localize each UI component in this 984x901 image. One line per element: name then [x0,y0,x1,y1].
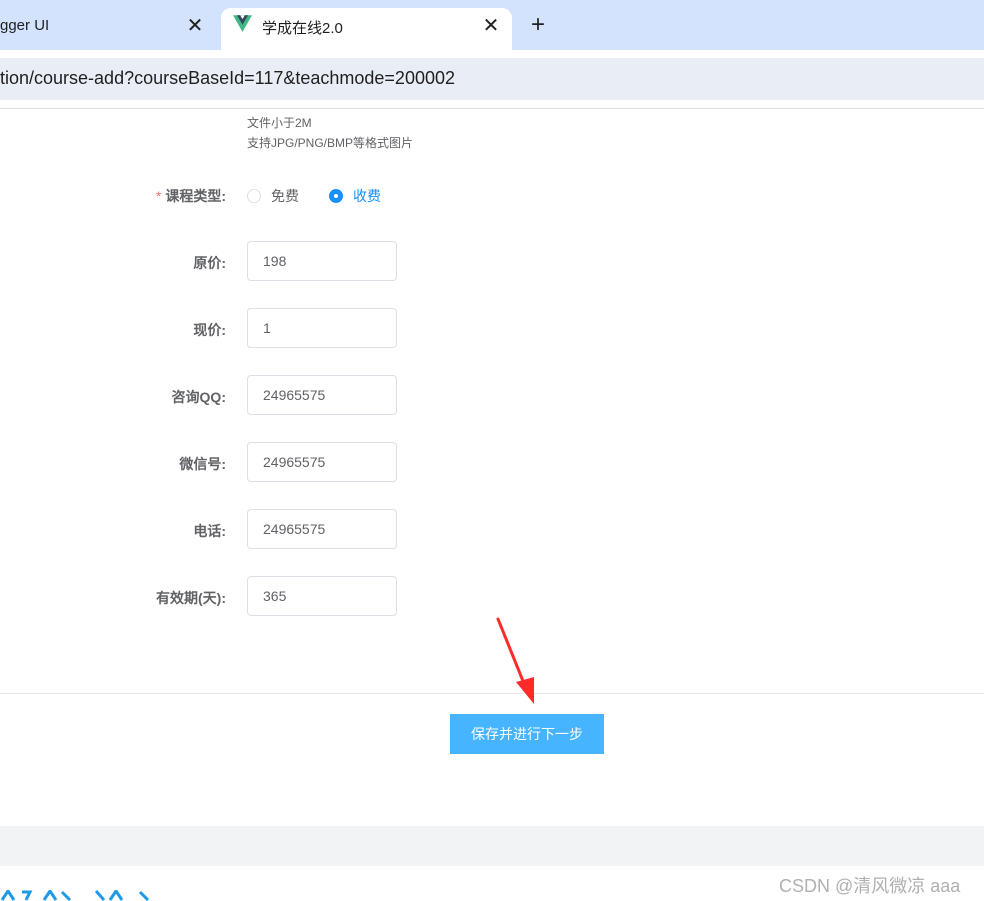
upload-hint-size: 文件小于2M [247,116,312,130]
tab-title: 学成在线2.0 [262,20,343,37]
phone-label: 电话: [193,523,226,539]
address-bar: tion/course-add?courseBaseId=117&teachmo… [0,50,984,108]
validity-days-label: 有效期(天): [156,590,226,606]
browser-tab-strip: gger UI ✕ 学成在线2.0 ✕ + [0,0,984,50]
radio-label: 免费 [271,188,299,204]
course-type-label: * 课程类型: [0,186,226,206]
radio-paid[interactable]: 收费 [329,186,381,206]
course-type-label-text: 课程类型: [165,188,226,204]
vue-logo-icon [233,15,252,32]
close-icon[interactable]: ✕ [479,14,503,38]
omnibox[interactable]: tion/course-add?courseBaseId=117&teachmo… [0,58,984,100]
new-tab-icon[interactable]: + [525,12,551,38]
csdn-watermark: CSDN @清风微凉 aaa [779,876,961,896]
validity-days-input[interactable] [247,576,397,616]
tab-swagger[interactable]: gger UI ✕ [0,8,215,50]
divider [0,108,984,109]
qq-label: 咨询QQ: [171,389,226,405]
current-price-label: 现价: [193,322,226,338]
upload-hint-format: 支持JPG/PNG/BMP等格式图片 [247,136,414,150]
site-logo-icon [0,890,150,901]
save-and-next-button[interactable]: 保存并进行下一步 [450,714,604,754]
required-mark: * [155,188,162,204]
radio-checked-icon[interactable] [329,189,343,203]
original-price-label: 原价: [193,255,226,271]
current-price-input[interactable] [247,308,397,348]
wechat-input[interactable] [247,442,397,482]
page-footer-band [0,826,984,866]
original-price-input[interactable] [247,241,397,281]
radio-label: 收费 [353,188,381,204]
radio-free[interactable]: 免费 [247,186,299,206]
phone-input[interactable] [247,509,397,549]
wechat-label: 微信号: [179,456,226,472]
qq-input[interactable] [247,375,397,415]
tab-xuecheng[interactable]: 学成在线2.0 ✕ [221,8,512,50]
tab-title: gger UI [0,17,50,34]
red-arrow-icon [496,617,534,704]
close-icon[interactable]: ✕ [183,14,207,38]
url-text[interactable]: tion/course-add?courseBaseId=117&teachmo… [0,68,455,89]
radio-unchecked-icon[interactable] [247,189,261,203]
divider [0,693,984,694]
